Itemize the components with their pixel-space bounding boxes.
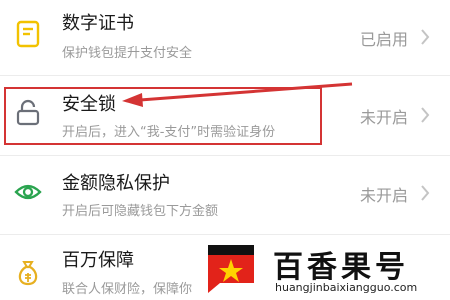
watermark-brand: 百香果号 bbox=[273, 250, 409, 285]
divider bbox=[0, 155, 450, 156]
settings-row-amount-privacy[interactable]: 金额隐私保护 开启后可隐藏钱包下方金额 未开启 bbox=[0, 158, 450, 233]
row-subtitle: 联合人保财险，保障你 bbox=[62, 282, 193, 297]
status-text: 已启用 bbox=[359, 30, 408, 49]
wallet-security-settings: 数字证书 保护钱包提升支付安全 已启用 安全锁 开启后，进入“我-支付”时需验证… bbox=[0, 0, 450, 300]
row-title: 金额隐私保护 bbox=[62, 173, 170, 194]
eye-icon bbox=[14, 184, 42, 200]
money-bag-icon bbox=[18, 261, 38, 286]
status-text: 未开启 bbox=[359, 186, 408, 205]
row-subtitle: 开启后可隐藏钱包下方金额 bbox=[62, 204, 219, 219]
chevron-right-icon bbox=[421, 29, 430, 45]
divider bbox=[0, 75, 450, 76]
watermark: 百香果号 huangjinbaixiangguo.com bbox=[193, 238, 450, 300]
chevron-right-icon bbox=[421, 185, 430, 201]
status-text: 未开启 bbox=[359, 108, 408, 127]
row-subtitle: 保护钱包提升支付安全 bbox=[62, 46, 193, 61]
settings-row-digital-certificate[interactable]: 数字证书 保护钱包提升支付安全 已启用 bbox=[0, 0, 450, 75]
annotation-highlight-box bbox=[4, 87, 322, 145]
watermark-url: huangjinbaixiangguo.com bbox=[275, 281, 418, 294]
certificate-icon bbox=[16, 20, 40, 48]
divider bbox=[0, 234, 450, 235]
chevron-right-icon bbox=[421, 107, 430, 123]
row-title: 数字证书 bbox=[62, 13, 134, 34]
watermark-logo bbox=[208, 245, 254, 293]
row-title: 百万保障 bbox=[62, 250, 134, 271]
